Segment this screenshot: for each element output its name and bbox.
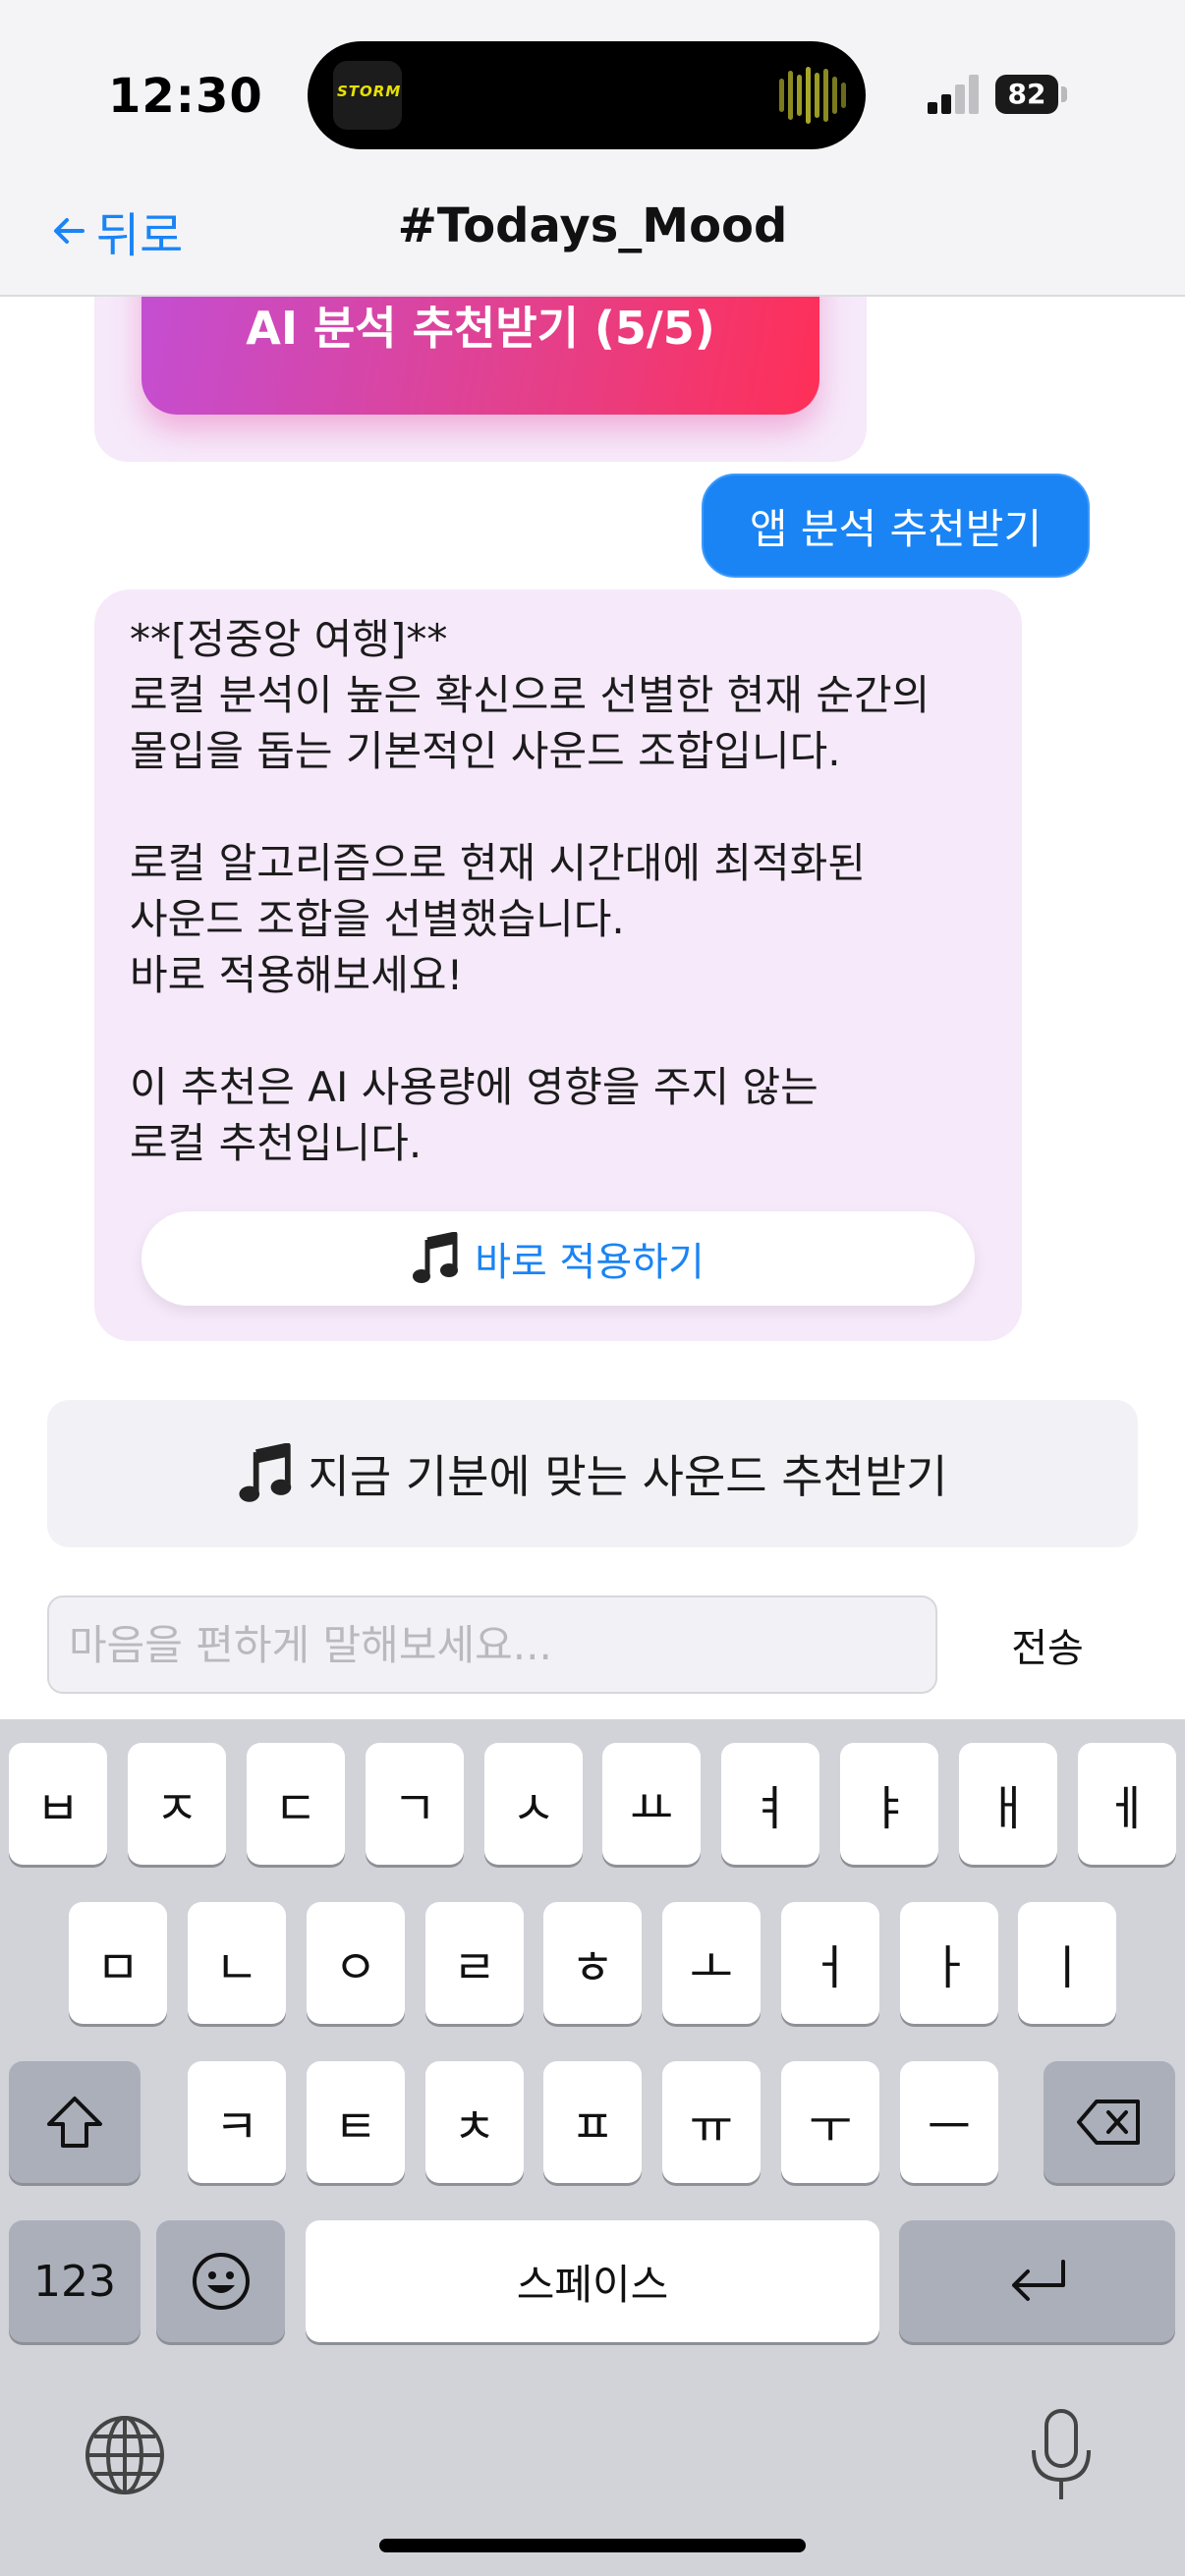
korean-keyboard: ㅂ ㅈ ㄷ ㄱ ㅅ ㅛ ㅕ ㅑ ㅐ ㅔ ㅁ ㄴ ㅇ ㄹ ㅎ ㅗ ㅓ ㅏ ㅣ ㅋ … [0, 1719, 1185, 2576]
cellular-signal-icon [928, 75, 979, 114]
dynamic-island: STORM [308, 41, 866, 149]
space-key[interactable]: 스페이스 [306, 2220, 879, 2342]
apply-now-label: 바로 적용하기 [475, 1240, 705, 1285]
return-arrow-icon [1011, 2260, 1065, 2301]
status-time: 12:30 [108, 69, 263, 124]
key[interactable]: ㄹ [425, 1902, 524, 2024]
key[interactable]: ㅊ [425, 2061, 524, 2183]
page-title: #Todays_Mood [397, 198, 788, 253]
key[interactable]: ㅅ [484, 1743, 583, 1865]
mood-sound-recommend-button[interactable]: 지금 기분에 맞는 사운드 추천받기 [47, 1400, 1138, 1547]
backspace-key[interactable] [1044, 2061, 1175, 2183]
user-message-bubble: 앱 분석 추천받기 [702, 474, 1090, 578]
key[interactable]: ㅗ [662, 1902, 761, 2024]
key[interactable]: ㄷ [247, 1743, 345, 1865]
numbers-key[interactable]: 123 [9, 2220, 141, 2342]
composer: 전송 [0, 1572, 1185, 1719]
music-note-icon [238, 1443, 291, 1502]
key[interactable]: ㅍ [543, 2061, 642, 2183]
top-bar: 12:30 STORM 82 뒤로 #Todays_Mood [0, 0, 1185, 297]
key[interactable]: ㅁ [69, 1902, 167, 2024]
key[interactable]: ㅓ [781, 1902, 879, 2024]
key[interactable]: ㅏ [900, 1902, 998, 2024]
key[interactable]: ㅣ [1018, 1902, 1116, 2024]
storm-logo-text: STORM [337, 83, 402, 100]
key[interactable]: ㅕ [721, 1743, 819, 1865]
backspace-icon [1077, 2100, 1140, 2145]
key[interactable]: ㄴ [188, 1902, 286, 2024]
key[interactable]: ㅈ [128, 1743, 226, 1865]
key[interactable]: ㅛ [602, 1743, 701, 1865]
key[interactable]: ㅜ [781, 2061, 879, 2183]
key[interactable]: ㅌ [307, 2061, 405, 2183]
shift-arrow-icon [47, 2097, 102, 2148]
key[interactable]: ㅡ [900, 2061, 998, 2183]
music-note-icon [413, 1232, 459, 1283]
emoji-icon [192, 2253, 250, 2310]
key[interactable]: ㅠ [662, 2061, 761, 2183]
key[interactable]: ㅐ [959, 1743, 1057, 1865]
emoji-key[interactable] [156, 2220, 285, 2342]
screen: 12:30 STORM 82 뒤로 #Todays_Mood AI 분석 추천받… [0, 0, 1185, 2576]
mood-sound-recommend-label: 지금 기분에 맞는 사운드 추천받기 [308, 1450, 948, 1503]
key[interactable]: ㅂ [9, 1743, 107, 1865]
battery-indicator: 82 [995, 75, 1058, 114]
key[interactable]: ㅔ [1078, 1743, 1176, 1865]
key[interactable]: ㄱ [366, 1743, 464, 1865]
key[interactable]: ㅋ [188, 2061, 286, 2183]
key[interactable]: ㅇ [307, 1902, 405, 2024]
bot-message-text: **[정중앙 여행]** 로컬 분석이 높은 확신으로 선별한 현재 순간의 몰… [130, 615, 931, 1167]
key[interactable]: ㅑ [840, 1743, 938, 1865]
key[interactable]: ㅎ [543, 1902, 642, 2024]
microphone-icon[interactable] [1022, 2407, 1100, 2505]
send-button[interactable]: 전송 [983, 1596, 1112, 1694]
storm-app-icon: STORM [333, 61, 402, 130]
return-key[interactable] [899, 2220, 1175, 2342]
shift-key[interactable] [9, 2061, 141, 2183]
message-input[interactable] [47, 1596, 937, 1694]
globe-icon[interactable] [83, 2413, 167, 2497]
apply-now-button[interactable]: 바로 적용하기 [141, 1211, 975, 1306]
audio-waveform-icon [779, 67, 846, 124]
home-indicator [379, 2539, 806, 2552]
battery-tip [1061, 86, 1067, 102]
